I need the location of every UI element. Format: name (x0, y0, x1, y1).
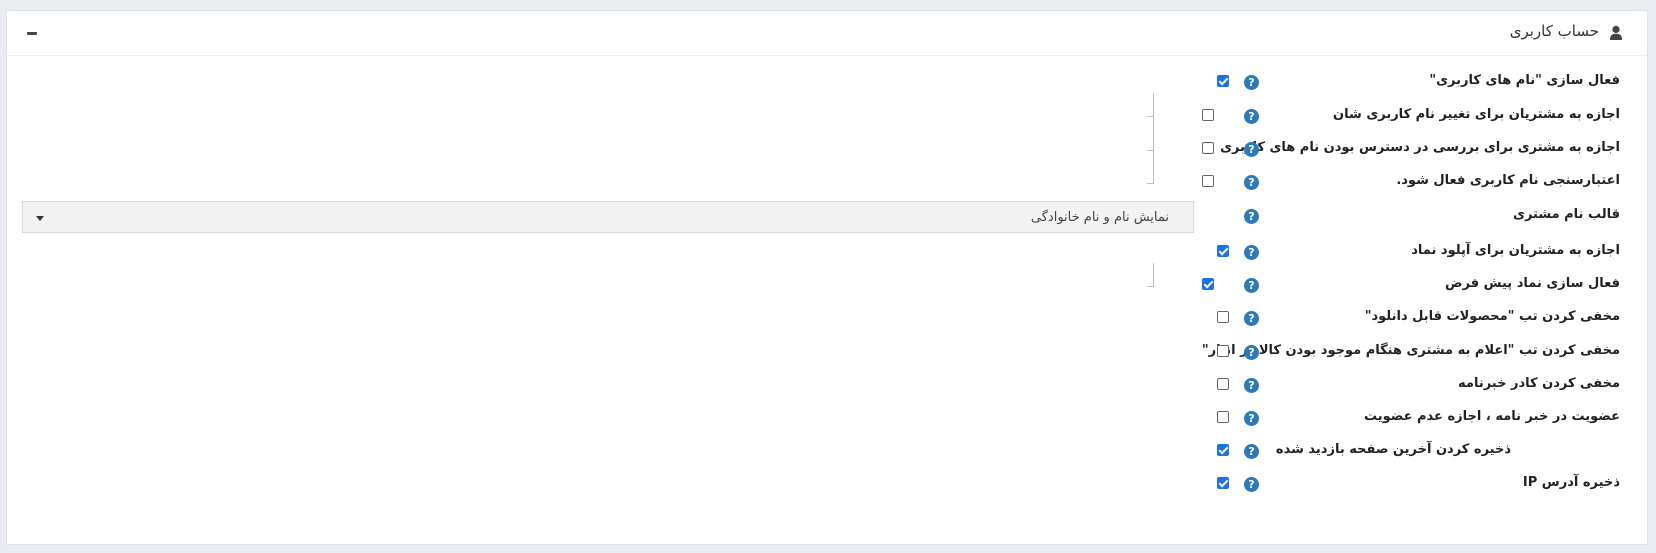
setting-checkbox[interactable] (1202, 109, 1214, 121)
setting-label: ذخیره آدرس IP (1522, 475, 1620, 490)
setting-label: ذخیره کردن آخرین صفحه بازدید شده (1275, 442, 1511, 457)
collapse-button[interactable] (25, 19, 49, 43)
user-icon (1609, 25, 1623, 41)
setting-checkbox[interactable] (1217, 75, 1229, 87)
setting-label: قالب نام مشتری (1513, 207, 1620, 222)
setting-label: مخفی کردن تب "محصولات قابل دانلود" (1364, 309, 1620, 324)
setting-row: اجازه به مشتری برای بررسی در دسترس بودن … (7, 132, 1647, 166)
select-value: نمایش نام و نام خانوادگی (1030, 210, 1169, 225)
setting-row: اجازه به مشتریان برای تغییر نام کاربری ش… (7, 99, 1647, 133)
setting-label: اجازه به مشتریان برای تغییر نام کاربری ش… (1333, 107, 1620, 122)
setting-row: ذخیره آدرس IP? (7, 467, 1647, 501)
setting-label: مخفی کردن تب "اعلام به مشتری هنگام موجود… (1201, 343, 1620, 358)
help-icon[interactable]: ? (1244, 109, 1259, 124)
setting-row: اعتبارسنجی نام کاربری فعال شود.? (7, 165, 1647, 199)
setting-checkbox[interactable] (1202, 175, 1214, 187)
setting-row: عضویت در خبر نامه ، اجازه عدم عضویت? (7, 401, 1647, 435)
setting-label: فعال سازی نماد پیش فرض (1445, 276, 1620, 291)
setting-label: اجازه به مشتریان برای آپلود نماد (1411, 243, 1620, 258)
help-icon[interactable]: ? (1244, 142, 1259, 157)
setting-checkbox[interactable] (1217, 245, 1229, 257)
help-icon[interactable]: ? (1244, 345, 1259, 360)
panel-title: حساب کاربری (1509, 22, 1599, 40)
setting-checkbox[interactable] (1217, 345, 1229, 357)
help-icon[interactable]: ? (1244, 411, 1259, 426)
help-icon[interactable]: ? (1244, 378, 1259, 393)
setting-checkbox[interactable] (1217, 477, 1229, 489)
setting-checkbox[interactable] (1217, 444, 1229, 456)
customer-settings-panel: حساب کاربری فعال سازی "نام های کاربری"? ا… (6, 10, 1648, 545)
setting-label: اجازه به مشتری برای بررسی در دسترس بودن … (1220, 140, 1620, 155)
setting-checkbox[interactable] (1217, 411, 1229, 423)
help-icon[interactable]: ? (1244, 311, 1259, 326)
setting-row: مخفی کردن کادر خبرنامه? (7, 368, 1647, 402)
setting-row-select: قالب نام مشتری? نمایش نام و نام خانوادگی (7, 199, 1647, 233)
caret-down-icon (36, 216, 44, 221)
setting-row: فعال سازی نماد پیش فرض? (7, 268, 1647, 302)
setting-label: اعتبارسنجی نام کاربری فعال شود. (1396, 173, 1620, 188)
setting-checkbox[interactable] (1202, 278, 1214, 290)
setting-row: فعال سازی "نام های کاربری"? (7, 65, 1647, 99)
setting-row: ذخیره کردن آخرین صفحه بازدید شده? (7, 434, 1647, 468)
help-icon[interactable]: ? (1244, 278, 1259, 293)
setting-checkbox[interactable] (1217, 311, 1229, 323)
panel-header: حساب کاربری (7, 11, 1647, 56)
help-icon[interactable]: ? (1244, 75, 1259, 90)
setting-row: مخفی کردن تب "محصولات قابل دانلود"? (7, 301, 1647, 335)
setting-row: مخفی کردن تب "اعلام به مشتری هنگام موجود… (7, 335, 1647, 369)
help-icon[interactable]: ? (1244, 477, 1259, 492)
setting-label: عضویت در خبر نامه ، اجازه عدم عضویت (1364, 409, 1620, 424)
help-icon[interactable]: ? (1244, 245, 1259, 260)
help-icon[interactable]: ? (1244, 175, 1259, 190)
setting-label: مخفی کردن کادر خبرنامه (1458, 376, 1620, 391)
setting-label: فعال سازی "نام های کاربری" (1429, 73, 1620, 88)
help-icon[interactable]: ? (1244, 209, 1259, 224)
setting-row: اجازه به مشتریان برای آپلود نماد? (7, 235, 1647, 269)
help-icon[interactable]: ? (1244, 444, 1259, 459)
customer-name-format-select[interactable]: نمایش نام و نام خانوادگی (22, 201, 1194, 233)
setting-checkbox[interactable] (1217, 378, 1229, 390)
setting-checkbox[interactable] (1202, 142, 1214, 154)
